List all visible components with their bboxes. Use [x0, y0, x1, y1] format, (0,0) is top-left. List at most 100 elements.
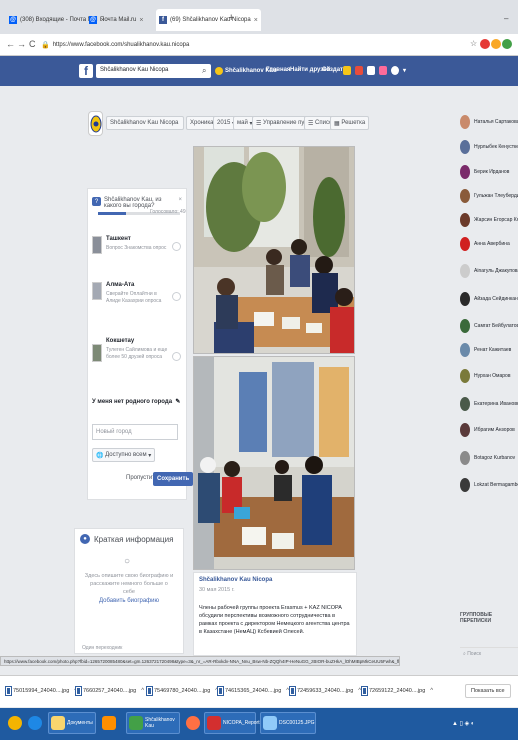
edit-icon: ✎	[173, 399, 181, 405]
back-icon[interactable]: ←	[6, 39, 15, 49]
notifications-icon[interactable]	[367, 66, 375, 75]
poll-option[interactable]: Алма-Ата Сверайте Оплайтни в Алиде Казах…	[92, 282, 182, 322]
clock[interactable]	[500, 714, 501, 721]
taskbar-pdf[interactable]: NICOPA_Report...	[204, 712, 264, 734]
contact-item[interactable]: Нурхан Омаров	[460, 369, 518, 383]
new-tab-button[interactable]: +	[228, 12, 234, 24]
post-author[interactable]: Shčalikhanov Kau Nicopa	[199, 577, 272, 583]
option-radio[interactable]	[172, 352, 181, 361]
url-field[interactable]: 🔒 https://www.facebook.com/shualikhanov.…	[41, 38, 419, 52]
close-icon[interactable]: ×	[178, 197, 182, 209]
profile-avatar[interactable]	[88, 111, 103, 136]
chevron-up-icon[interactable]: ^	[430, 688, 433, 694]
taskbar-chrome[interactable]: Shčalikhanov Kau	[126, 712, 180, 734]
minimize-icon[interactable]: –	[504, 14, 508, 23]
chat-search-label: Поиск	[467, 651, 482, 657]
search-icon[interactable]: ⌕	[202, 66, 206, 76]
download-item[interactable]: 74615365_24040....jpg ^	[217, 686, 289, 696]
option-thumbnail	[92, 282, 102, 300]
chevron-up-icon[interactable]: ^	[358, 688, 361, 694]
quick-help-icon[interactable]	[379, 66, 387, 75]
browser-tab-bar: @ (308) Входящие - Почта Mai × @ Почта M…	[0, 0, 518, 34]
poll-option[interactable]: Кокшетау Тулеген Сайлимова и еще более 5…	[92, 338, 182, 378]
post-photo-top[interactable]	[193, 146, 355, 354]
taskbar-firefox[interactable]	[184, 712, 202, 734]
contact-item[interactable]: Lokzat Bermagambet	[460, 478, 518, 492]
contact-name: Lokzat Bermagambet	[474, 482, 518, 488]
taskbar-media[interactable]	[100, 712, 118, 734]
show-all-downloads-button[interactable]: Показать все	[465, 684, 511, 698]
post-photo-bottom[interactable]	[193, 356, 355, 570]
contact-item[interactable]: Самгат Бейбулатов	[460, 319, 518, 333]
contact-item[interactable]: Ренат Кажитаев	[460, 343, 518, 357]
home-city-row[interactable]: У меня нет родного города ✎	[92, 398, 180, 405]
privacy-dropdown[interactable]: 🌐 Доступно всем ▾	[92, 448, 156, 462]
chevron-up-icon[interactable]: ^	[286, 688, 289, 694]
download-item[interactable]: 75015994_24040....jpg^	[5, 686, 77, 696]
contact-item[interactable]: Наталья Сартакова	[460, 115, 518, 129]
grid-view-button[interactable]: ▦ Решетка	[330, 116, 370, 130]
avatar	[460, 189, 470, 203]
contact-item[interactable]: Екатерина Ивановна	[460, 397, 518, 411]
contact-item[interactable]: Анна Авербина	[460, 237, 518, 251]
profile-name-button[interactable]: Shčalikhanov Kau Nicopa	[106, 116, 184, 130]
taskbar-documents[interactable]: Документы	[48, 712, 96, 734]
chronicle-label: Хроника	[190, 120, 214, 126]
image-file-icon	[75, 686, 82, 696]
contact-item[interactable]: Нурлыбек Кенусткев	[460, 140, 518, 154]
contact-item[interactable]: Берик Ирданов	[460, 165, 518, 179]
browser-tab-mail[interactable]: @ Почта Mail.ru ×	[86, 10, 146, 30]
download-item[interactable]: 72659122_24040....jpg ^	[361, 686, 433, 696]
close-icon[interactable]: ×	[139, 17, 143, 24]
taskbar-image[interactable]: DSC00125.JPG	[260, 712, 316, 734]
downloads-bar: 75015994_24040....jpg^7660257_24040....j…	[0, 675, 518, 707]
facebook-logo-icon[interactable]: f	[79, 64, 93, 78]
grid-icon: ▦	[334, 120, 342, 127]
close-icon[interactable]: ×	[254, 17, 258, 24]
grid-view-label: Решетка	[341, 120, 366, 126]
contact-name: Самгат Бейбулатов	[474, 323, 518, 329]
add-bio-link[interactable]: Добавить биографию	[84, 598, 174, 604]
post-date[interactable]: 30 мая 2015 г.	[199, 587, 235, 593]
contact-item[interactable]: Айзада Сейдинкан	[460, 292, 518, 306]
contact-item[interactable]: Botagoz Kurbanov	[460, 451, 518, 465]
friend-requests-icon[interactable]	[343, 66, 351, 75]
taskbar-label: DSC00125.JPG	[279, 720, 315, 726]
messages-icon[interactable]	[355, 66, 363, 75]
extension-icon[interactable]	[480, 39, 490, 49]
contact-item[interactable]: Гульжан Тлеубердина	[460, 189, 518, 203]
download-item[interactable]: 72459633_24040....jpg ^	[289, 686, 361, 696]
option-radio[interactable]	[172, 242, 181, 251]
contact-item[interactable]: Ибрагим Анзоров	[460, 423, 518, 437]
chat-search-input[interactable]: ⌕ Поиск	[460, 647, 518, 658]
home-link[interactable]: Главная	[266, 67, 290, 73]
firefox-icon	[186, 716, 200, 730]
contact-name: Анна Авербина	[474, 241, 510, 247]
taskbar-ie[interactable]	[26, 712, 44, 734]
extension-icon[interactable]	[491, 39, 501, 49]
avatar	[460, 292, 470, 306]
image-file-icon	[289, 686, 296, 696]
browser-tab-facebook[interactable]: f (69) Shčalikhanov Kau Nicopa ×	[156, 9, 261, 31]
save-button[interactable]: Сохранить	[153, 472, 194, 486]
option-radio[interactable]	[172, 292, 181, 301]
city-input[interactable]: Новый город	[92, 424, 178, 440]
download-item[interactable]: 7660257_24040....jpg ^	[75, 686, 144, 696]
chevron-down-icon[interactable]: ▾	[403, 67, 406, 74]
chevron-up-icon[interactable]: ^	[141, 688, 144, 694]
download-item[interactable]: 75469780_24040....jpg ^	[146, 686, 218, 696]
facebook-search-input[interactable]: Shčalikhanov Kau Nicopa	[96, 64, 211, 78]
help-icon[interactable]	[391, 66, 399, 75]
reload-icon[interactable]: C	[29, 39, 36, 49]
forward-icon[interactable]: →	[17, 39, 26, 49]
star-icon[interactable]: ☆	[470, 39, 477, 48]
extension-icon[interactable]	[502, 39, 512, 49]
folder-icon	[51, 716, 65, 730]
contact-name: Ибрагим Анзоров	[474, 427, 515, 433]
system-tray[interactable]: ▲ ▯ ◈ ◐	[452, 720, 474, 727]
facebook-icon: f	[159, 16, 167, 24]
poll-option[interactable]: Ташкент Вопрос Знакомства опрос	[92, 236, 182, 276]
contact-item[interactable]: Ainагуль Джакупова	[460, 264, 518, 278]
contact-item[interactable]: Жарсин Егорсар Кя	[460, 213, 518, 227]
start-button[interactable]	[6, 712, 24, 734]
